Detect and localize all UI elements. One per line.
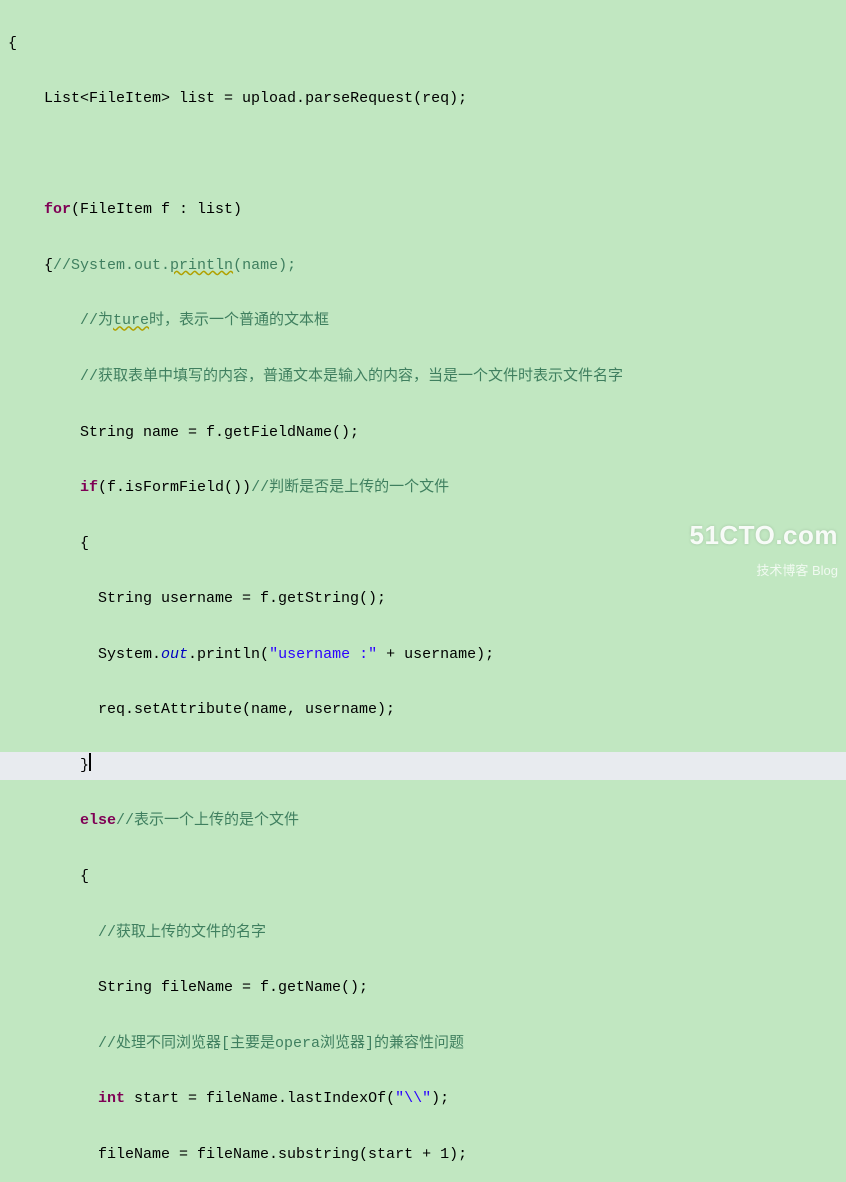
comment: //处理不同浏览器[主要是opera浏览器]的兼容性问题	[98, 1035, 464, 1052]
code-line: int start = fileName.lastIndexOf("\\");	[0, 1085, 846, 1113]
keyword-if: if	[80, 479, 98, 496]
comment: //判断是否是上传的一个文件	[251, 479, 449, 496]
keyword-int: int	[98, 1090, 125, 1107]
code-line: List<FileItem> list = upload.parseReques…	[0, 85, 846, 113]
code-line: //为ture时，表示一个普通的文本框	[0, 307, 846, 335]
comment: //表示一个上传的是个文件	[116, 812, 299, 829]
static-field: out	[161, 646, 188, 663]
code-line: {	[0, 30, 846, 58]
text-caret	[89, 753, 91, 771]
code-line: if(f.isFormField())//判断是否是上传的一个文件	[0, 474, 846, 502]
code-line: {	[0, 530, 846, 558]
string-literal: "\\"	[395, 1090, 431, 1107]
code-line: else//表示一个上传的是个文件	[0, 807, 846, 835]
code-line: {	[0, 863, 846, 891]
code-line: //获取表单中填写的内容，普通文本是输入的内容，当是一个文件时表示文件名字	[0, 363, 846, 391]
code-line-current: }	[0, 752, 846, 780]
code-line: fileName = fileName.substring(start + 1)…	[0, 1141, 846, 1169]
comment: //获取表单中填写的内容，普通文本是输入的内容，当是一个文件时表示文件名字	[80, 368, 623, 385]
code-line: //处理不同浏览器[主要是opera浏览器]的兼容性问题	[0, 1030, 846, 1058]
code-block: { List<FileItem> list = upload.parseRequ…	[0, 0, 846, 1182]
keyword-else: else	[80, 812, 116, 829]
string-literal: "username :"	[269, 646, 377, 663]
comment: //获取上传的文件的名字	[98, 924, 266, 941]
code-line: req.setAttribute(name, username);	[0, 696, 846, 724]
code-line	[0, 141, 846, 169]
brace: {	[8, 35, 17, 52]
code-line: {//System.out.println(name);	[0, 252, 846, 280]
comment: //为ture时，表示一个普通的文本框	[80, 312, 329, 329]
code-line: String name = f.getFieldName();	[0, 419, 846, 447]
code-line: //获取上传的文件的名字	[0, 919, 846, 947]
code-line: for(FileItem f : list)	[0, 196, 846, 224]
keyword-for: for	[44, 201, 71, 218]
code-line: System.out.println("username :" + userna…	[0, 641, 846, 669]
comment: //System.out.println(name);	[53, 257, 296, 274]
code-line: String fileName = f.getName();	[0, 974, 846, 1002]
code-line: String username = f.getString();	[0, 585, 846, 613]
